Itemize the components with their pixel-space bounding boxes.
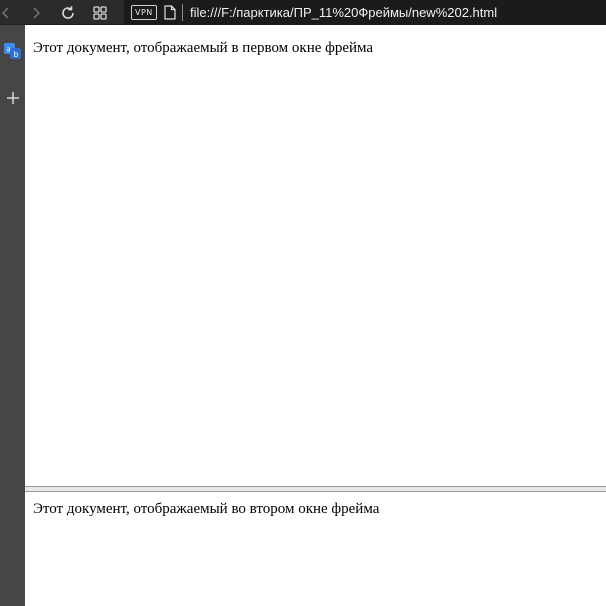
svg-text:a: a <box>6 46 10 54</box>
frame-bottom-text: Этот документ, отображаемый во втором ок… <box>33 501 380 517</box>
tabs-overview-button[interactable] <box>88 0 112 25</box>
forward-button[interactable] <box>24 0 48 25</box>
frame-top: Этот документ, отображаемый в первом окн… <box>25 25 606 486</box>
frame-bottom: Этот документ, отображаемый во втором ок… <box>25 492 606 606</box>
plus-icon <box>6 92 19 104</box>
chevron-right-icon <box>33 6 41 19</box>
back-button[interactable] <box>0 0 18 25</box>
browser-sidebar: a b <box>0 25 25 606</box>
vpn-button[interactable]: VPN <box>131 5 157 20</box>
reload-button[interactable] <box>56 0 80 25</box>
chevron-left-icon <box>1 6 9 19</box>
translate-icon: a b <box>3 43 21 59</box>
browser-toolbar: VPN file:///F:/парктика/ПР_11%20Фреймы/n… <box>0 0 606 25</box>
url-text[interactable]: file:///F:/парктика/ПР_11%20Фреймы/new%2… <box>190 0 497 25</box>
grid-icon <box>93 5 107 20</box>
sidebar-item-add[interactable] <box>0 86 25 110</box>
svg-text:b: b <box>13 50 18 59</box>
frame-top-text: Этот документ, отображаемый в первом окн… <box>33 40 374 56</box>
sidebar-item-translate[interactable]: a b <box>0 39 25 63</box>
file-icon <box>164 5 176 20</box>
address-bar[interactable]: VPN file:///F:/парктика/ПР_11%20Фреймы/n… <box>124 0 606 25</box>
reload-icon <box>62 5 74 19</box>
address-divider <box>182 4 183 21</box>
